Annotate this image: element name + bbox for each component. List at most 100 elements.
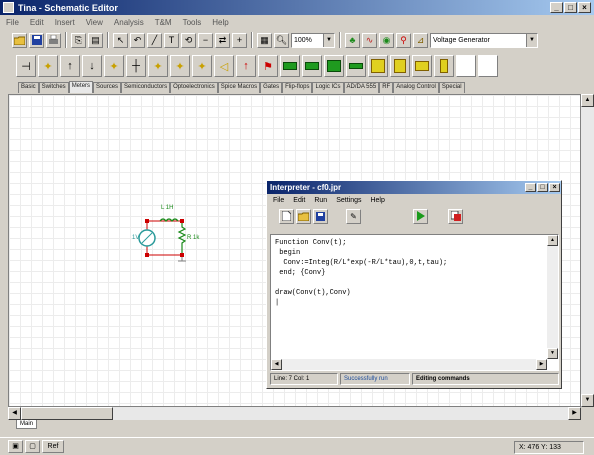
tab-sources[interactable]: Sources bbox=[93, 82, 122, 93]
menu-analysis[interactable]: Analysis bbox=[114, 18, 144, 27]
vertical-scrollbar[interactable]: ▲ ▼ bbox=[581, 94, 594, 407]
editor-scroll-up-icon[interactable]: ▲ bbox=[547, 235, 558, 246]
save-file-icon[interactable] bbox=[313, 208, 328, 224]
zoom-select[interactable]: 100% ▼ bbox=[291, 32, 335, 48]
tab-meters[interactable]: Meters bbox=[68, 81, 94, 93]
rotate-icon[interactable]: ⟲ bbox=[181, 32, 196, 48]
scroll-thumb[interactable] bbox=[21, 407, 113, 420]
component-select[interactable]: Voltage Generator ▼ bbox=[430, 32, 538, 48]
print-icon[interactable] bbox=[46, 32, 61, 48]
pin-icon[interactable]: ⊿ bbox=[413, 32, 428, 48]
fuse-icon[interactable] bbox=[434, 55, 454, 77]
interpreter-menu-edit[interactable]: Edit bbox=[293, 197, 305, 204]
magnifier-icon[interactable]: 🔍︎ bbox=[274, 32, 289, 48]
resistor-block-icon[interactable] bbox=[280, 55, 300, 77]
tab-optoelectronics[interactable]: Optoelectronics bbox=[170, 82, 218, 93]
scroll-right-icon[interactable]: ▶ bbox=[568, 407, 581, 420]
marker-icon[interactable]: ⚑ bbox=[258, 55, 278, 77]
voltage-arrow-icon[interactable]: ↑ bbox=[60, 55, 80, 77]
tab-semiconductors[interactable]: Semiconductors bbox=[121, 82, 171, 93]
tab-adda-555[interactable]: AD/DA 555 bbox=[343, 82, 380, 93]
tab-special[interactable]: Special bbox=[438, 82, 465, 93]
tab-analog-control[interactable]: Analog Control bbox=[393, 82, 439, 93]
display-icon[interactable] bbox=[412, 55, 432, 77]
speaker-icon[interactable]: ◁ bbox=[214, 55, 234, 77]
editor-vertical-scrollbar[interactable]: ▲ ▼ bbox=[547, 235, 558, 359]
interpreter-menu-run[interactable]: Run bbox=[314, 197, 327, 204]
tab-logic-ics[interactable]: Logic ICs bbox=[312, 82, 344, 93]
interpreter-menu-file[interactable]: File bbox=[273, 197, 284, 204]
interpreter-menu-help[interactable]: Help bbox=[370, 197, 384, 204]
interpreter-minimize-button[interactable]: _ bbox=[525, 183, 536, 192]
analysis-icon[interactable]: ∿ bbox=[362, 32, 377, 48]
page-icon[interactable]: ▢ bbox=[25, 440, 40, 453]
transformer-icon[interactable] bbox=[346, 55, 366, 77]
interpreter-maximize-button[interactable]: □ bbox=[537, 183, 548, 192]
interpreter-close-button[interactable]: × bbox=[549, 183, 560, 192]
tm-icon[interactable]: ◉ bbox=[379, 32, 394, 48]
close-button[interactable]: × bbox=[578, 2, 591, 13]
run-icon[interactable] bbox=[413, 208, 428, 224]
code-text[interactable]: Function Conv(t); begin Conv:=Integ(R/L*… bbox=[271, 235, 558, 311]
current-source-icon[interactable]: ✦ bbox=[170, 55, 190, 77]
inductor-block-icon[interactable] bbox=[324, 55, 344, 77]
save-icon[interactable] bbox=[29, 32, 44, 48]
tab-flip-flops[interactable]: Flip-flops bbox=[282, 82, 313, 93]
editor-scroll-left-icon[interactable]: ◀ bbox=[271, 359, 282, 370]
capacitor-block-icon[interactable] bbox=[302, 55, 322, 77]
paste-icon[interactable]: ▤ bbox=[88, 32, 103, 48]
layout-icon[interactable]: ▣ bbox=[8, 440, 23, 453]
copy-icon[interactable]: ⎘ bbox=[71, 32, 86, 48]
generator-icon[interactable]: ✦ bbox=[192, 55, 212, 77]
voltage-source-icon[interactable]: ✦ bbox=[104, 55, 124, 77]
menu-tools[interactable]: Tools bbox=[183, 18, 202, 27]
scroll-left-icon[interactable]: ◀ bbox=[8, 407, 21, 420]
menu-view[interactable]: View bbox=[86, 18, 103, 27]
zoom-in-icon[interactable]: + bbox=[232, 32, 247, 48]
wire-icon[interactable]: ╱ bbox=[147, 32, 162, 48]
current-arrow-icon[interactable]: ↓ bbox=[82, 55, 102, 77]
tab-spice-macros[interactable]: Spice Macros bbox=[217, 82, 261, 93]
open-file-icon[interactable] bbox=[296, 208, 311, 224]
scroll-down-icon[interactable]: ▼ bbox=[581, 394, 594, 407]
new-file-icon[interactable] bbox=[279, 208, 294, 224]
horizontal-scrollbar[interactable]: ◀ ▶ bbox=[8, 407, 581, 420]
pin-up-icon[interactable]: ↑ bbox=[236, 55, 256, 77]
empty-slot[interactable] bbox=[478, 55, 498, 77]
battery-icon[interactable]: ✦ bbox=[38, 55, 58, 77]
ground-icon[interactable]: ⊣ bbox=[16, 55, 36, 77]
minimize-button[interactable]: _ bbox=[550, 2, 563, 13]
tab-gates[interactable]: Gates bbox=[260, 82, 283, 93]
edit-tool-icon[interactable]: ✎ bbox=[346, 208, 361, 224]
tab-basic[interactable]: Basic bbox=[18, 82, 39, 93]
tab-switches[interactable]: Switches bbox=[38, 82, 69, 93]
interpreter-menu-settings[interactable]: Settings bbox=[336, 197, 361, 204]
code-editor[interactable]: Function Conv(t); begin Conv:=Integ(R/L*… bbox=[270, 234, 559, 371]
empty-slot[interactable] bbox=[456, 55, 476, 77]
text-icon[interactable]: T bbox=[164, 32, 179, 48]
component-icon[interactable]: ♣ bbox=[345, 32, 360, 48]
undo-icon[interactable]: ↶ bbox=[130, 32, 145, 48]
editor-scroll-down-icon[interactable]: ▼ bbox=[547, 348, 558, 359]
probe-icon[interactable]: ⚲ bbox=[396, 32, 411, 48]
pointer-icon[interactable]: ↖ bbox=[113, 32, 128, 48]
scroll-up-icon[interactable]: ▲ bbox=[581, 94, 594, 107]
switch-icon[interactable]: ✦ bbox=[148, 55, 168, 77]
flip-icon[interactable]: ⇄ bbox=[215, 32, 230, 48]
ref-button[interactable]: Ref bbox=[42, 440, 64, 453]
maximize-button[interactable]: □ bbox=[564, 2, 577, 13]
tab-rf[interactable]: RF bbox=[379, 82, 394, 93]
stop-icon[interactable] bbox=[448, 208, 463, 224]
grid-icon[interactable]: ▦ bbox=[257, 32, 272, 48]
zoom-out-icon[interactable]: − bbox=[198, 32, 213, 48]
menu-edit[interactable]: Edit bbox=[30, 18, 44, 27]
editor-scroll-right-icon[interactable]: ▶ bbox=[536, 359, 547, 370]
sheet-tab-main[interactable]: Main bbox=[16, 420, 38, 429]
menu-help[interactable]: Help bbox=[212, 18, 228, 27]
meter-icon[interactable] bbox=[368, 55, 388, 77]
menu-tm[interactable]: T&M bbox=[155, 18, 172, 27]
menu-file[interactable]: File bbox=[6, 18, 19, 27]
editor-horizontal-scrollbar[interactable]: ◀ ▶ bbox=[271, 359, 547, 370]
open-icon[interactable] bbox=[12, 32, 27, 48]
ic-icon[interactable] bbox=[390, 55, 410, 77]
